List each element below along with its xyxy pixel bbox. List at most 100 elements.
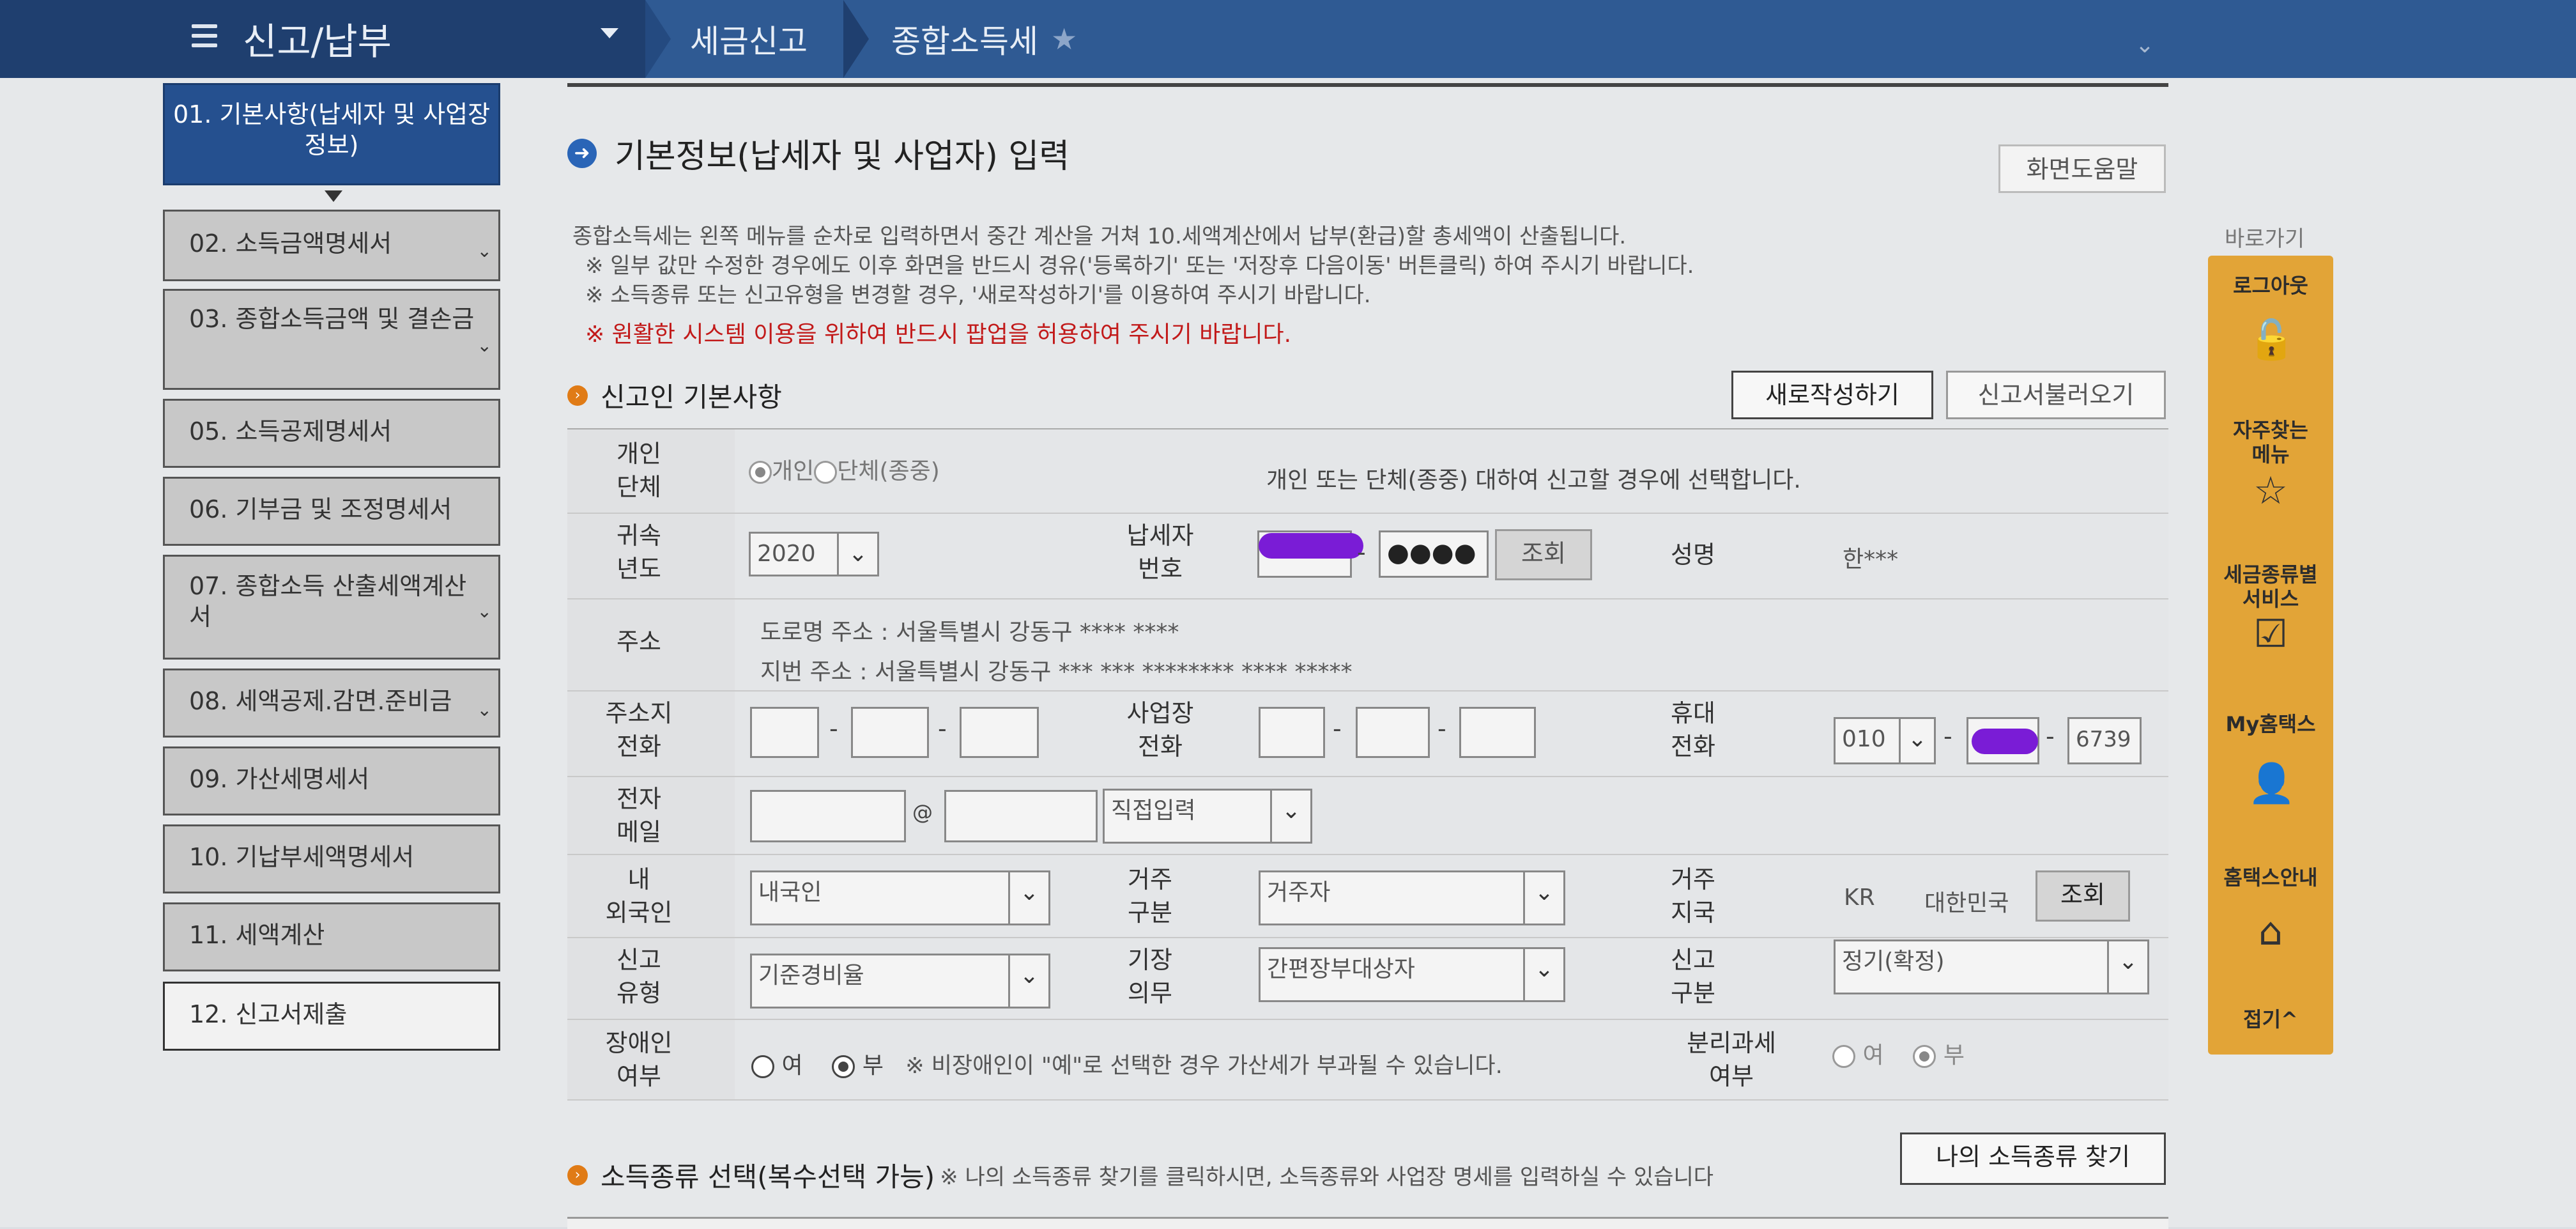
biz-phone-3[interactable] bbox=[1459, 707, 1536, 758]
email-domain-input[interactable] bbox=[944, 790, 1098, 842]
home-phone-3[interactable] bbox=[960, 707, 1039, 758]
star-icon[interactable]: ☆ bbox=[2248, 468, 2294, 514]
home-icon[interactable]: ⌂ bbox=[2248, 909, 2294, 955]
taxpayer-no-second[interactable]: ●●●● bbox=[1379, 530, 1489, 578]
radio-individual[interactable] bbox=[749, 461, 772, 484]
year-value: 2020 bbox=[757, 541, 816, 567]
intro-note: 종합소득세는 왼쪽 메뉴를 순차로 입력하면서 중간 계산을 거쳐 10.세액계… bbox=[572, 224, 1627, 249]
sidebar-item-basic-info[interactable]: 01. 기본사항(납세자 및 사업장정보) bbox=[163, 83, 500, 185]
sidebar-item-prepaid-tax[interactable]: 10. 기납부세액명세서 bbox=[163, 824, 500, 893]
dash: - bbox=[1357, 538, 1366, 566]
chevron-down-icon[interactable]: ⌄ bbox=[477, 236, 492, 267]
screen-help-button[interactable]: 화면도움말 bbox=[1998, 144, 2166, 193]
divider bbox=[567, 690, 2168, 692]
year-select[interactable]: 2020 ⌄ bbox=[749, 532, 879, 576]
nationality-select[interactable]: 내국인 ⌄ bbox=[750, 870, 1050, 925]
radio-group[interactable] bbox=[814, 461, 838, 484]
address-label: 주소 bbox=[617, 628, 661, 656]
residency-select[interactable]: 거주자 ⌄ bbox=[1259, 870, 1565, 925]
chevron-down-icon[interactable]: ⌄ bbox=[477, 695, 492, 725]
radio-disabled-no[interactable] bbox=[832, 1055, 855, 1078]
sidebar-item-tax-calculation[interactable]: 11. 세액계산 bbox=[163, 902, 500, 971]
chevron-down-icon: ⌄ bbox=[1523, 872, 1563, 924]
home-phone-2[interactable] bbox=[851, 707, 929, 758]
find-income-type-button[interactable]: 나의 소득종류 찾기 bbox=[1900, 1132, 2166, 1185]
radio-separate-yes[interactable] bbox=[1832, 1045, 1855, 1068]
email-domain-select[interactable]: 직접입력 ⌄ bbox=[1103, 789, 1312, 844]
taxpayer-lookup-button[interactable]: 조회 bbox=[1495, 529, 1592, 580]
breadcrumb-income-tax[interactable]: 종합소득세 ★ bbox=[891, 0, 1077, 78]
sidebar-item-label: 11. 세액계산 bbox=[189, 921, 325, 949]
content-top-border bbox=[567, 83, 2168, 87]
report-type-label: 신고 유형 bbox=[617, 946, 661, 1007]
email-id-input[interactable] bbox=[750, 790, 906, 842]
mobile-last[interactable]: 6739 bbox=[2067, 717, 2142, 764]
sidebar-item-label: 06. 기부금 및 조정명세서 bbox=[189, 495, 452, 523]
chevron-down-icon[interactable]: ⌄ bbox=[477, 596, 492, 627]
dash: - bbox=[829, 715, 838, 743]
country-code: KR bbox=[1844, 885, 1875, 911]
radio-separate-no[interactable] bbox=[1913, 1045, 1936, 1068]
quick-logout-label[interactable]: 로그아웃 bbox=[2208, 274, 2333, 298]
radio-yes-label: 여 bbox=[781, 1053, 803, 1079]
bookkeeping-select[interactable]: 간편장부대상자 ⌄ bbox=[1259, 947, 1565, 1002]
sidebar-item-label: 07. 종합소득 산출세액계산서 bbox=[189, 572, 467, 631]
radio-no-label: 부 bbox=[1943, 1042, 1965, 1069]
sidebar-item-donation[interactable]: 06. 기부금 및 조정명세서 bbox=[163, 477, 500, 546]
intro-note: ※ 일부 값만 수정한 경우에도 이후 화면을 반드시 경유('등록하기' 또는… bbox=[585, 253, 1694, 279]
divider bbox=[567, 776, 2168, 777]
quick-links-bar: 로그아웃 🔓 자주찾는 메뉴 ☆ 세금종류별 서비스 ☑ My홈택스 👤 홈택스… bbox=[2208, 256, 2333, 1055]
new-write-button[interactable]: 새로작성하기 bbox=[1731, 371, 1933, 419]
divider bbox=[567, 937, 2168, 938]
user-icon[interactable]: 👤 bbox=[2248, 761, 2296, 807]
sidebar-item-label: 10. 기납부세액명세서 bbox=[189, 843, 415, 871]
load-report-button[interactable]: 신고서불러오기 bbox=[1946, 371, 2166, 419]
report-class-select[interactable]: 정기(확정) ⌄ bbox=[1834, 939, 2149, 994]
quick-my-hometax-label[interactable]: My홈택스 bbox=[2208, 712, 2333, 736]
chevron-down-icon[interactable]: ⌄ bbox=[477, 330, 492, 361]
breadcrumb-tax-report[interactable]: 세금신고 bbox=[690, 0, 808, 78]
sidebar-item-income-deduction[interactable]: 05. 소득공제명세서 bbox=[163, 399, 500, 468]
home-phone-1[interactable] bbox=[750, 707, 819, 758]
radio-disabled-yes[interactable] bbox=[751, 1055, 774, 1078]
country-name: 대한민국 bbox=[1924, 890, 2009, 916]
checkbox-icon[interactable]: ☑ bbox=[2248, 611, 2294, 657]
menu-icon[interactable] bbox=[192, 24, 217, 47]
sidebar-item-tax-credit[interactable]: 08. 세액공제.감면.준비금 ⌄ bbox=[163, 669, 500, 738]
report-class-label: 신고 구분 bbox=[1671, 946, 1715, 1007]
name-label: 성명 bbox=[1671, 541, 1715, 569]
sidebar-item-label: 01. 기본사항(납세자 및 사업장정보) bbox=[172, 100, 491, 159]
sidebar-item-calculated-tax[interactable]: 07. 종합소득 산출세액계산서 ⌄ bbox=[163, 555, 500, 660]
favorite-star-icon[interactable]: ★ bbox=[1051, 22, 1077, 56]
section-title[interactable]: 신고/납부 bbox=[243, 12, 392, 65]
sidebar-item-submit[interactable]: 12. 신고서제출 bbox=[163, 982, 500, 1051]
section-dropdown-icon[interactable] bbox=[601, 28, 618, 38]
sidebar-item-label: 12. 신고서제출 bbox=[189, 1000, 348, 1028]
quick-guide-label[interactable]: 홈택스안내 bbox=[2208, 865, 2333, 890]
dash: - bbox=[1333, 715, 1342, 743]
country-label: 거주 지국 bbox=[1671, 865, 1715, 927]
quick-favorite-label[interactable]: 자주찾는 메뉴 bbox=[2208, 418, 2333, 467]
divider bbox=[567, 854, 2168, 855]
residency-label: 거주 구분 bbox=[1128, 865, 1172, 927]
unlock-icon[interactable]: 🔓 bbox=[2248, 317, 2296, 363]
radio-no-label: 부 bbox=[862, 1053, 884, 1079]
mobile-prefix-select[interactable]: 010 ⌄ bbox=[1834, 717, 1936, 764]
chevron-down-icon: ⌄ bbox=[1523, 949, 1563, 1000]
sidebar-item-label: 08. 세액공제.감면.준비금 bbox=[189, 687, 452, 715]
quick-tax-service-label[interactable]: 세금종류별 서비스 bbox=[2208, 562, 2333, 611]
country-lookup-button[interactable]: 조회 bbox=[2035, 870, 2130, 922]
chevron-down-icon[interactable]: ⌄ bbox=[2135, 32, 2154, 58]
chevron-down-icon: ⌄ bbox=[1008, 955, 1048, 1007]
report-type-select[interactable]: 기준경비율 ⌄ bbox=[750, 954, 1050, 1009]
quick-collapse-button[interactable]: 접기^ bbox=[2208, 1007, 2333, 1032]
sidebar-item-penalty-tax[interactable]: 09. 가산세명세서 bbox=[163, 746, 500, 815]
biz-phone-2[interactable] bbox=[1356, 707, 1430, 758]
sidebar-item-total-income[interactable]: 03. 종합소득금액 및 결손금 ⌄ bbox=[163, 289, 500, 390]
email-domain-select-value: 직접입력 bbox=[1111, 798, 1196, 824]
intro-note: ※ 소득종류 또는 신고유형을 변경할 경우, '새로작성하기'를 이용하여 주… bbox=[585, 282, 1371, 308]
page-title-text: 기본정보(납세자 및 사업자) 입력 bbox=[615, 137, 1070, 176]
sidebar-item-income-amount[interactable]: 02. 소득금액명세서 ⌄ bbox=[163, 210, 500, 281]
dash: - bbox=[1943, 722, 1952, 750]
biz-phone-1[interactable] bbox=[1259, 707, 1325, 758]
